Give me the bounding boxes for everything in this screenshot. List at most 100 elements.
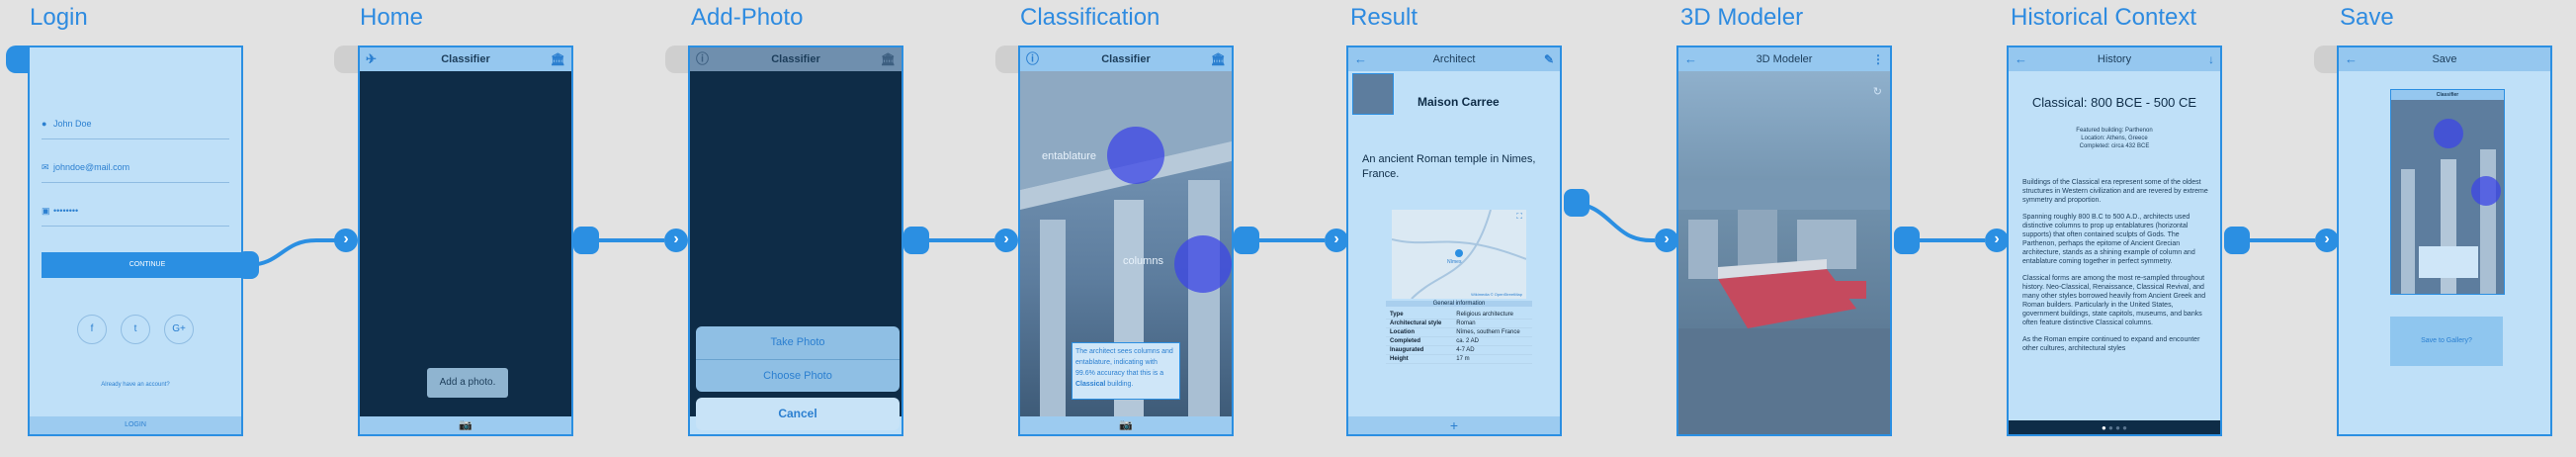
entablature-marker[interactable] (1107, 127, 1164, 184)
back-arrow-icon[interactable]: ← (1684, 47, 1697, 71)
back-arrow-icon[interactable]: ← (1354, 47, 1367, 71)
screen-add-photo: ⓘ Classifier 🏛 Take Photo Choose Photo C… (688, 46, 903, 436)
airplane-icon[interactable]: ✈ (366, 47, 377, 71)
next-arrow-icon[interactable]: › (664, 228, 688, 252)
email-field[interactable]: ✉ johndoe@mail.com (42, 162, 229, 183)
info-row: Architectural style Roman (1386, 319, 1532, 328)
museum-icon[interactable]: 🏛 (551, 47, 565, 71)
save-to-gallery-button[interactable]: Save to Gallery? (2390, 317, 2503, 366)
name-field[interactable]: ● John Doe (42, 119, 229, 139)
add-plus-icon[interactable]: + (1348, 416, 1560, 434)
info-row: Location Nîmes, southern France (1386, 327, 1532, 337)
lock-icon: ▣ (42, 206, 50, 216)
next-arrow-icon[interactable]: › (1655, 228, 1678, 252)
google-plus-icon[interactable]: G+ (164, 315, 194, 344)
screen-title: Classifier (441, 53, 490, 65)
info-key: Location (1386, 327, 1453, 337)
download-icon[interactable]: ↓ (2208, 47, 2214, 71)
continue-button[interactable]: CONTINUE (42, 252, 241, 278)
building-name: Maison Carree (1417, 95, 1500, 109)
edit-pencil-icon[interactable]: ✎ (1544, 47, 1554, 71)
screen-title: Classifier (771, 53, 820, 65)
user-icon: ● (42, 119, 47, 129)
screen-historical-context: ← History ↓ Classical: 800 BCE - 500 CE … (2007, 46, 2222, 436)
next-arrow-icon[interactable]: › (334, 228, 358, 252)
building-thumbnail (1352, 73, 1394, 115)
featured-info: Featured building: Parthenon Location: A… (2076, 128, 2153, 149)
era-heading: Classical: 800 BCE - 500 CE (2031, 95, 2197, 110)
info-icon: ⓘ (696, 51, 710, 66)
info-row: Completed ca. 2 AD (1386, 336, 1532, 346)
building-description: An ancient Roman temple in Nimes, France… (1362, 153, 1536, 180)
header: ⓘ Classifier 🏛 (1020, 47, 1232, 71)
screen-3d-modeler: ← 3D Modeler ⋮ ↻ (1676, 46, 1892, 436)
header: ← Architect ✎ (1348, 47, 1560, 71)
museum-icon: 🏛 (880, 52, 896, 66)
screen-home: ✈ Classifier 🏛 Add a photo. 📷 (358, 46, 573, 436)
page-indicator: ● ● ● ● (2009, 420, 2220, 434)
screen-classification: ⓘ Classifier 🏛 entablature columns The a… (1018, 46, 1234, 436)
next-arrow-icon[interactable]: › (2315, 228, 2339, 252)
info-key: Completed (1386, 336, 1453, 346)
login-button[interactable]: LOGIN (30, 416, 241, 434)
screen-title: History (2097, 53, 2132, 65)
next-arrow-icon[interactable]: › (1985, 228, 2009, 252)
info-value: Roman (1452, 319, 1532, 328)
expand-icon[interactable]: ⛶ (1516, 212, 1522, 222)
ar-camera-view: ↻ (1678, 71, 1890, 434)
info-row: Height 17 m (1386, 354, 1532, 364)
info-value: Nîmes, southern France (1452, 327, 1532, 337)
back-arrow-icon[interactable]: ← (2015, 47, 2027, 71)
more-options-icon[interactable]: ⋮ (1872, 47, 1884, 71)
screen-title: Architect (1432, 53, 1476, 65)
screen-login: ● John Doe ✉ johndoe@mail.com ▣ •••••••• CO… (28, 46, 243, 436)
next-arrow-icon[interactable]: › (1325, 228, 1348, 252)
refresh-icon[interactable]: ↻ (1873, 85, 1882, 98)
info-value: ca. 2 AD (1452, 336, 1532, 346)
header: ← Save (2339, 47, 2550, 71)
info-table: Type Religious architecture Architectural … (1386, 311, 1532, 364)
info-value: 4-7 AD (1452, 345, 1532, 355)
preview-header: Classifier (2391, 90, 2504, 100)
columns-label: columns (1123, 255, 1163, 267)
info-key: Architectural style (1386, 319, 1453, 328)
info-value: Religious architecture (1452, 311, 1532, 320)
camera-icon[interactable]: 📷 (360, 416, 571, 434)
header: ← 3D Modeler ⋮ (1678, 47, 1890, 71)
info-row: Inaugurated 4-7 AD (1386, 345, 1532, 355)
already-account-link[interactable]: Already have an account? (30, 382, 241, 388)
history-text: Buildings of the Classical era represent… (2022, 179, 2208, 352)
screen-title: 3D Modeler (1756, 53, 1813, 65)
classification-message: The architect sees columns and entablatu… (1072, 342, 1180, 400)
password-field[interactable]: ▣ •••••••• (42, 206, 229, 227)
header: ✈ Classifier 🏛 (360, 47, 571, 71)
take-photo-button[interactable]: Take Photo (696, 326, 900, 360)
saved-preview: Classifier (2390, 89, 2505, 295)
back-arrow-icon[interactable]: ← (2345, 47, 2358, 71)
info-key: Type (1386, 311, 1453, 320)
next-arrow-icon[interactable]: › (994, 228, 1018, 252)
choose-photo-button[interactable]: Choose Photo (696, 360, 900, 393)
info-value: 17 m (1452, 354, 1532, 364)
location-map[interactable]: Nîmes Wikimedia © OpenStreetMap ⛶ (1391, 209, 1527, 300)
museum-icon[interactable]: 🏛 (1211, 47, 1226, 71)
columns-marker[interactable] (1174, 235, 1232, 293)
action-sheet: Take Photo Choose Photo (696, 326, 900, 392)
info-icon[interactable]: ⓘ (1026, 47, 1039, 71)
info-key: Height (1386, 354, 1453, 364)
camera-icon[interactable]: 📷 (1020, 416, 1232, 434)
screen-result: ← Architect ✎ Maison Carree An ancient R… (1346, 46, 1562, 436)
cancel-button[interactable]: Cancel (696, 398, 900, 430)
city-scene (1678, 180, 1890, 434)
screen-save: ← Save Classifier Save to Gallery? (2337, 46, 2552, 436)
facebook-icon[interactable]: f (77, 315, 107, 344)
preview-image (2401, 119, 2501, 294)
info-header: General information (1386, 301, 1532, 307)
header: ← History ↓ (2009, 47, 2220, 71)
entablature-label: entablature (1042, 150, 1097, 162)
header: ⓘ Classifier 🏛 (690, 47, 902, 71)
twitter-icon[interactable]: t (121, 315, 150, 344)
mail-icon: ✉ (42, 162, 49, 172)
info-row: Type Religious architecture (1386, 311, 1532, 320)
screen-title: Classifier (1101, 53, 1151, 65)
